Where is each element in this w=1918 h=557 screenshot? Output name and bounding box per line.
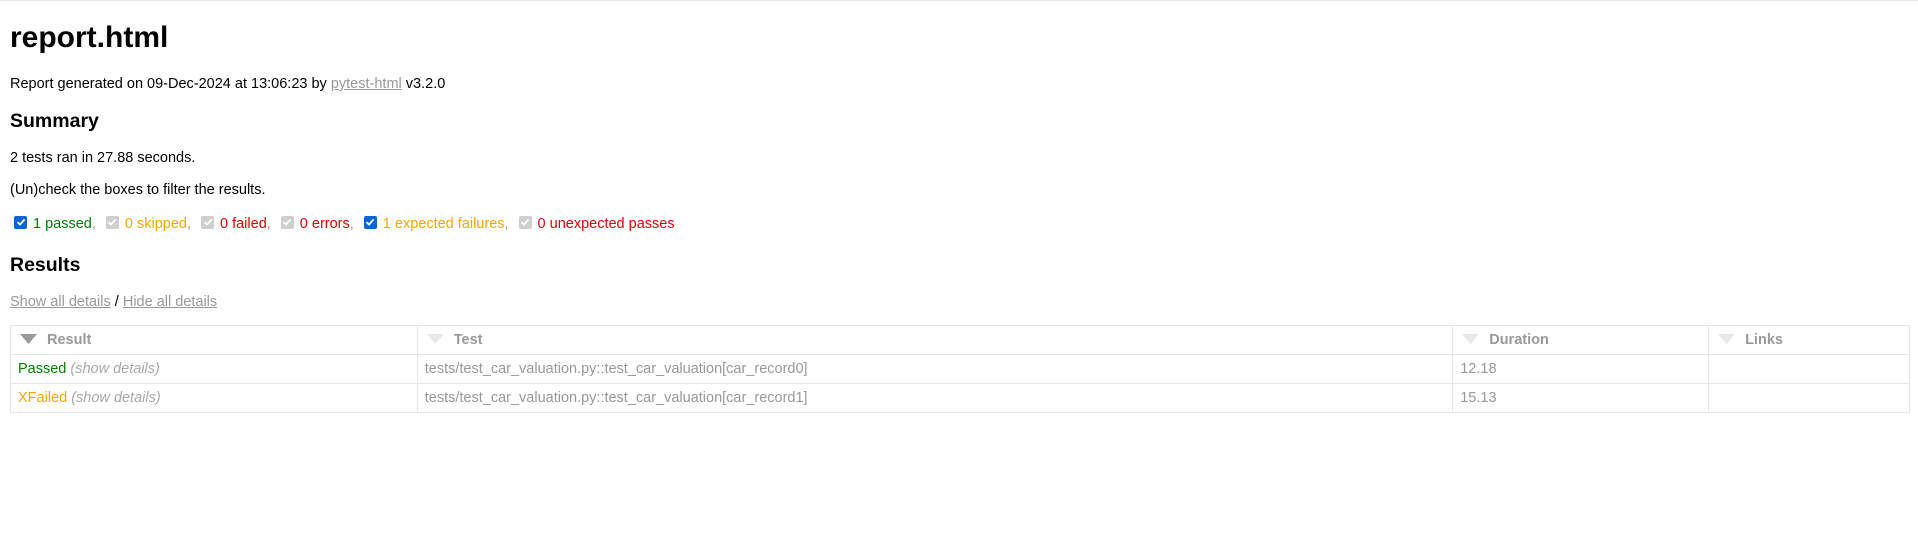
page-title: report.html [10, 21, 169, 54]
result-cell[interactable]: Passed (show details) [10, 354, 418, 384]
result-status: Passed [18, 361, 67, 377]
filter-passed[interactable]: 1 passed, [14, 215, 96, 233]
report-page: report.html Report generated on 09-Dec-2… [0, 1, 1918, 557]
show-details-link[interactable]: (show details) [70, 361, 159, 377]
test-name-cell: tests/test_car_valuation.py::test_car_va… [416, 354, 1454, 384]
test-name-cell: tests/test_car_valuation.py::test_car_va… [416, 383, 1454, 413]
result-status: XFailed [18, 390, 68, 406]
separator: , [91, 216, 96, 232]
tests-ran-text: 2 tests ran in 27.88 seconds. [10, 150, 196, 166]
sort-icon [1718, 332, 1736, 348]
show-all-details-link[interactable]: Show all details [10, 294, 111, 310]
xfailed-checkbox[interactable] [363, 215, 377, 229]
sort-desc-icon [20, 332, 37, 348]
filter-errors: 0 errors, [280, 215, 354, 233]
separator: , [266, 216, 271, 232]
links-cell [1708, 354, 1910, 384]
sort-icon [1462, 332, 1480, 348]
column-header-links[interactable]: Links [1708, 325, 1910, 355]
column-header-duration[interactable]: Duration [1452, 325, 1710, 355]
table-header-row: Result Test Duration Links [10, 325, 1910, 355]
duration-cell: 12.18 [1452, 354, 1710, 384]
failed-checkbox [201, 215, 214, 229]
details-toggle: Show all details / Hide all details [10, 293, 217, 311]
sort-icon [426, 332, 444, 348]
xfailed-label: 1 expected failures [382, 216, 505, 232]
separator: , [504, 216, 509, 232]
skipped-label: 0 skipped [124, 216, 187, 232]
table-row[interactable]: XFailed (show details) tests/test_car_va… [10, 383, 1910, 413]
separator: , [186, 216, 191, 232]
column-label: Result [47, 332, 92, 348]
hide-all-details-link[interactable]: Hide all details [123, 294, 217, 310]
failed-label: 0 failed [220, 216, 267, 232]
summary-heading: Summary [10, 110, 99, 132]
filter-xpassed: 0 unexpected passes [518, 215, 675, 233]
column-header-test[interactable]: Test [416, 325, 1454, 355]
generated-prefix: Report generated on 09-Dec-2024 at 13:06… [10, 76, 331, 92]
table-row[interactable]: Passed (show details) tests/test_car_val… [10, 354, 1910, 384]
slash-separator: / [110, 294, 123, 310]
generator-version: v3.2.0 [401, 76, 446, 92]
links-cell [1708, 383, 1910, 413]
results-table: Result Test Duration Links Passed (show … [10, 325, 1910, 413]
errors-checkbox [280, 215, 294, 229]
filter-hint: (Un)check the boxes to filter the result… [10, 182, 266, 198]
filter-xfailed[interactable]: 1 expected failures, [363, 215, 509, 233]
passed-label: 1 passed [33, 216, 92, 232]
passed-checkbox[interactable] [14, 215, 27, 229]
separator: , [349, 216, 354, 232]
column-header-result[interactable]: Result [10, 325, 418, 355]
column-label: Test [453, 332, 483, 348]
generated-info: Report generated on 09-Dec-2024 at 13:06… [10, 75, 445, 93]
pytest-html-link[interactable]: pytest-html [331, 76, 402, 92]
result-cell[interactable]: XFailed (show details) [10, 383, 418, 413]
column-label: Links [1745, 332, 1783, 348]
result-filters: 1 passed, 0 skipped, 0 failed, 0 errors,… [14, 215, 685, 233]
xpassed-checkbox [518, 215, 532, 229]
results-heading: Results [10, 254, 81, 276]
filter-skipped: 0 skipped, [105, 215, 191, 233]
skipped-checkbox [105, 215, 119, 229]
show-details-link[interactable]: (show details) [71, 390, 160, 406]
duration-cell: 15.13 [1452, 383, 1710, 413]
errors-label: 0 errors [299, 216, 350, 232]
xpassed-label: 0 unexpected passes [537, 216, 675, 232]
filter-failed: 0 failed, [201, 215, 271, 233]
column-label: Duration [1489, 332, 1549, 348]
